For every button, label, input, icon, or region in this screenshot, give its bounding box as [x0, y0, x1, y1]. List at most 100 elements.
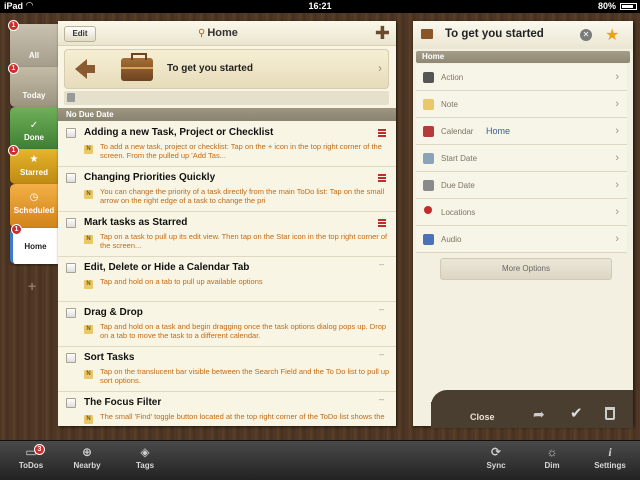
chevron-right-icon: › [615, 206, 619, 218]
task-note: You can change the priority of a task di… [100, 187, 385, 205]
clear-icon[interactable]: ✕ [580, 29, 592, 41]
priority-high-icon[interactable] [378, 174, 386, 182]
location-pin-icon [424, 206, 432, 214]
project-title: To get you started [167, 63, 253, 74]
chevron-right-icon: › [615, 125, 619, 137]
add-tab-plus-icon[interactable]: + [28, 278, 36, 294]
toolbar-label: Tags [135, 461, 155, 470]
detail-row-start-date[interactable]: Start Date › [416, 145, 627, 172]
todo-list-panel: Edit ⚲ Home ✚ To get you started › No Due… [58, 21, 396, 426]
toolbar-dim-button[interactable]: ☼ Dim [538, 441, 566, 480]
tab-home[interactable]: 1 Home [10, 224, 58, 264]
detail-row-label: Audio [441, 235, 462, 244]
task-title: Sort Tasks [84, 352, 135, 363]
task-checkbox[interactable] [66, 263, 76, 273]
note-icon: N [84, 370, 93, 379]
toolbar-sync-button[interactable]: ⟳ Sync [482, 441, 510, 480]
task-checkbox[interactable] [66, 173, 76, 183]
task-detail-panel: To get you started ✕ ★ Home Action › Not… [413, 21, 633, 426]
tab-label: Starred [19, 168, 48, 177]
tab-starred[interactable]: 1 ★ Starred [8, 145, 58, 184]
priority-none-icon[interactable]: – [379, 259, 384, 269]
priority-none-icon[interactable]: – [379, 394, 384, 404]
calendar-icon [423, 126, 434, 137]
priority-high-icon[interactable] [378, 219, 386, 227]
speaker-icon [423, 234, 434, 245]
tab-label: Scheduled [13, 206, 55, 215]
toolbar-label: Dim [544, 461, 560, 470]
tab-badge: 1 [8, 20, 19, 31]
close-button[interactable]: Close [470, 412, 495, 422]
chevron-right-icon: › [378, 61, 382, 75]
toolbar-settings-button[interactable]: i Settings [592, 441, 628, 480]
note-icon: N [84, 415, 93, 424]
task-title: Changing Priorities Quickly [84, 172, 216, 183]
task-row[interactable]: Mark tasks as Starred N Tap on a task to… [58, 212, 396, 257]
task-title: The Focus Filter [84, 397, 162, 408]
priority-high-icon[interactable] [378, 129, 386, 137]
task-note: Tap on a task to pull up its edit view. … [100, 232, 388, 250]
task-note: To add a new task, project or checklist:… [100, 142, 382, 160]
tab-all[interactable]: 1 All [8, 20, 58, 67]
toolbar-label: ToDos [18, 461, 44, 470]
calendar-tag: Home [416, 51, 630, 63]
trash-icon[interactable] [605, 407, 615, 420]
toolbar-todos-button[interactable]: ▭ 3 ToDos [16, 441, 46, 480]
detail-row-note[interactable]: Note › [416, 91, 627, 118]
toolbar-tags-button[interactable]: ◈ Tags [130, 441, 160, 480]
more-options-button[interactable]: More Options [440, 258, 612, 280]
tab-badge: 1 [8, 63, 19, 74]
task-row[interactable]: Drag & Drop – N Tap and hold on a task a… [58, 302, 396, 347]
detail-title[interactable]: To get you started [445, 28, 544, 40]
priority-none-icon[interactable]: – [379, 349, 384, 359]
back-arrow-tail [85, 65, 95, 73]
detail-row-value: Home [486, 126, 511, 136]
tab-today[interactable]: 1 Today [8, 63, 58, 107]
chevron-right-icon: › [615, 233, 619, 245]
detail-row-calendar[interactable]: Calendar Home › [416, 118, 627, 145]
task-title: Mark tasks as Starred [84, 217, 188, 228]
task-row[interactable]: Edit, Delete or Hide a Calendar Tab – N … [58, 257, 396, 302]
add-task-plus-icon[interactable]: ✚ [375, 24, 390, 42]
tab-scheduled[interactable]: ◷ Scheduled [10, 184, 58, 228]
task-note: Tap and hold on a task and begin draggin… [100, 322, 387, 340]
checkmark-icon[interactable]: ✔ [570, 404, 583, 422]
edit-button[interactable]: Edit [64, 26, 96, 42]
chevron-right-icon: › [615, 179, 619, 191]
detail-header: To get you started ✕ ★ [413, 21, 633, 49]
detail-row-action[interactable]: Action › [416, 64, 627, 91]
detail-row-audio[interactable]: Audio › [416, 226, 627, 253]
sort-bar[interactable] [64, 91, 389, 105]
todos-badge: 3 [34, 444, 45, 455]
note-icon: N [84, 145, 93, 154]
list-title-label: Home [207, 27, 238, 39]
tab-label: Home [24, 242, 47, 251]
detail-row-label: Due Date [441, 181, 475, 190]
note-icon: N [84, 190, 93, 199]
tag-icon: ◈ [140, 445, 150, 459]
task-row[interactable]: The Focus Filter – N The small 'Find' to… [58, 392, 396, 426]
project-banner[interactable]: To get you started › [64, 49, 389, 89]
task-checkbox[interactable] [66, 218, 76, 228]
priority-none-icon[interactable]: – [379, 304, 384, 314]
task-row[interactable]: Changing Priorities Quickly N You can ch… [58, 167, 396, 212]
task-checkbox[interactable] [66, 128, 76, 138]
star-icon[interactable]: ★ [605, 25, 619, 45]
task-checkbox[interactable] [66, 398, 76, 408]
task-row[interactable]: Adding a new Task, Project or Checklist … [58, 122, 396, 167]
tab-done[interactable]: ✓ Done [10, 107, 58, 149]
task-checkbox[interactable] [66, 353, 76, 363]
star-icon: ★ [29, 154, 39, 165]
detail-row-due-date[interactable]: Due Date › [416, 172, 627, 199]
toolbar-nearby-button[interactable]: ⊕ Nearby [70, 441, 104, 480]
task-title: Drag & Drop [84, 307, 143, 318]
task-checkbox[interactable] [66, 308, 76, 318]
list-title[interactable]: ⚲ Home [198, 27, 238, 39]
forward-arrow-icon[interactable]: ➦ [533, 406, 545, 423]
lightbulb-icon: ☼ [546, 445, 558, 459]
task-row[interactable]: Sort Tasks – N Tap on the translucent ba… [58, 347, 396, 392]
detail-row-locations[interactable]: Locations › [416, 199, 627, 226]
bottom-toolbar: ▭ 3 ToDos ⊕ Nearby ◈ Tags ⟳ Sync ☼ Dim i… [0, 440, 640, 480]
clapper-icon [423, 72, 434, 83]
tab-badge: 1 [11, 224, 22, 235]
